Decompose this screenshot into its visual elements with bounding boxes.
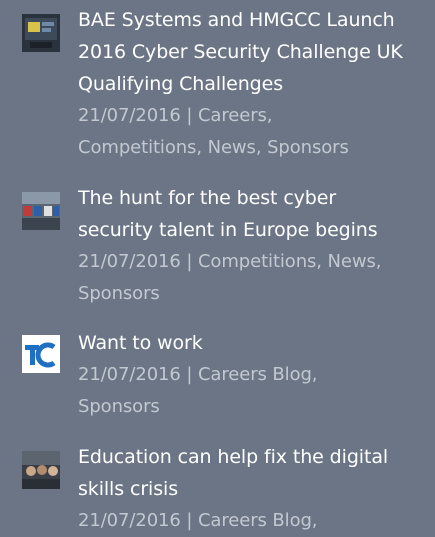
- post-date: 21/07/2016: [78, 364, 181, 385]
- meta-separator: |: [186, 364, 193, 385]
- post-title-line: The hunt for the best cyber: [78, 187, 337, 209]
- post-meta: 21/07/2016 | Careers Blog, Sponsors: [78, 359, 427, 423]
- category-link-sponsors[interactable]: Sponsors: [78, 283, 160, 304]
- post-meta: 21/07/2016 | Competitions, News, Sponsor…: [78, 246, 427, 310]
- post-title-line: BAE Systems and HMGCC Launch: [78, 9, 395, 31]
- tc-logo-thumbnail-icon[interactable]: [22, 335, 60, 373]
- bae-hmgcc-thumbnail-icon[interactable]: [22, 14, 60, 52]
- post-meta: 21/07/2016 | Careers Blog,: [78, 505, 427, 537]
- europe-challenge-thumbnail-icon[interactable]: [22, 192, 60, 230]
- post-date: 21/07/2016: [78, 105, 181, 126]
- post-title-line: Education can help fix the digital: [78, 446, 389, 468]
- post-title-line: skills crisis: [78, 478, 178, 500]
- category-link-careers-blog[interactable]: Careers Blog,: [198, 510, 318, 531]
- category-link-competitions[interactable]: Competitions,: [78, 137, 202, 158]
- meta-separator: |: [186, 105, 193, 126]
- category-link-sponsors[interactable]: Sponsors: [267, 137, 349, 158]
- post-title-link[interactable]: BAE Systems and HMGCC Launch 2016 Cyber …: [78, 4, 427, 100]
- post-date: 21/07/2016: [78, 251, 181, 272]
- post-date: 21/07/2016: [78, 510, 181, 531]
- category-link-news[interactable]: News,: [208, 137, 262, 158]
- post-title-link[interactable]: Education can help fix the digital skill…: [78, 441, 427, 505]
- post-title-link[interactable]: Want to work: [78, 327, 427, 359]
- post-title-line: 2016 Cyber Security Challenge UK: [78, 41, 403, 63]
- category-link-competitions[interactable]: Competitions,: [198, 251, 322, 272]
- meta-separator: |: [186, 510, 193, 531]
- category-link-news[interactable]: News,: [328, 251, 382, 272]
- category-link-careers[interactable]: Careers,: [198, 105, 273, 126]
- post-title-line: Want to work: [78, 332, 203, 354]
- post-title-line: Qualifying Challenges: [78, 73, 284, 95]
- category-link-careers-blog[interactable]: Careers Blog,: [198, 364, 318, 385]
- category-link-sponsors[interactable]: Sponsors: [78, 396, 160, 417]
- post-meta: 21/07/2016 | Careers, Competitions, News…: [78, 100, 427, 164]
- classroom-thumbnail-icon[interactable]: [22, 451, 60, 489]
- meta-separator: |: [186, 251, 193, 272]
- post-title-line: security talent in Europe begins: [78, 219, 378, 241]
- post-title-link[interactable]: The hunt for the best cyber security tal…: [78, 182, 427, 246]
